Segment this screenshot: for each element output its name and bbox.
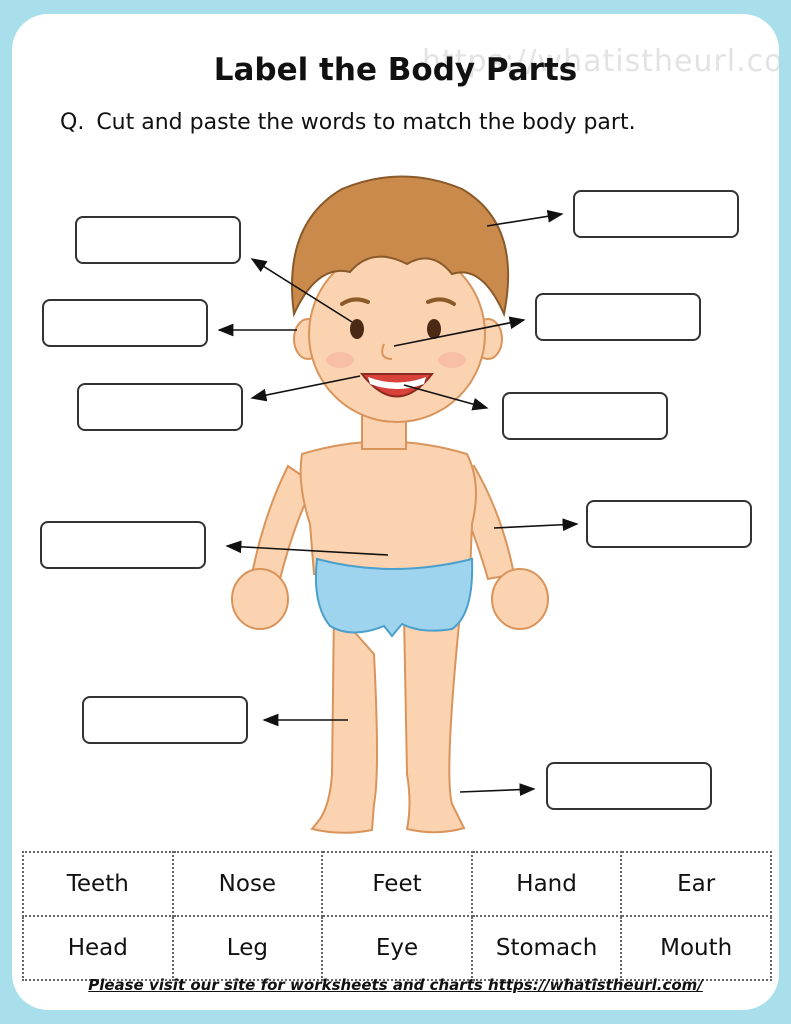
footer-link[interactable]: Please visit our site for worksheets and…	[12, 976, 779, 994]
word-card[interactable]: Leg	[171, 915, 324, 981]
word-bank-row: Head Leg Eye Stomach Mouth	[22, 915, 772, 981]
answer-box-stomach[interactable]	[40, 521, 206, 569]
arrow-hand	[493, 518, 579, 532]
answer-box-leg[interactable]	[82, 696, 248, 744]
worksheet-page: https://whatistheurl.com Label the Body …	[12, 14, 779, 1010]
word-card[interactable]: Head	[22, 915, 174, 981]
word-card[interactable]: Nose	[171, 851, 324, 917]
word-card[interactable]: Eye	[321, 915, 473, 981]
answer-box-teeth[interactable]	[502, 392, 668, 440]
word-card[interactable]: Mouth	[620, 915, 772, 981]
word-card[interactable]: Hand	[470, 851, 623, 917]
word-card[interactable]: Stomach	[470, 915, 623, 981]
answer-box-head[interactable]	[573, 190, 739, 238]
word-card[interactable]: Teeth	[22, 851, 174, 917]
right-hand-drawing	[491, 568, 549, 630]
diaper-drawing	[314, 557, 474, 638]
word-card[interactable]: Ear	[620, 851, 772, 917]
arrow-head	[486, 209, 564, 227]
answer-box-mouth[interactable]	[77, 383, 243, 431]
arrow-feet	[459, 783, 536, 796]
answer-box-nose[interactable]	[535, 293, 701, 341]
legs-drawing	[310, 606, 466, 834]
left-eye-drawing	[350, 319, 364, 339]
left-hand-drawing	[231, 568, 289, 630]
word-bank-row: Teeth Nose Feet Hand Ear	[22, 851, 772, 917]
answer-box-ear[interactable]	[42, 299, 208, 347]
word-bank: Teeth Nose Feet Hand Ear Head Leg Eye St…	[22, 851, 772, 981]
word-card[interactable]: Feet	[321, 851, 473, 917]
answer-box-hand[interactable]	[586, 500, 752, 548]
answer-box-eye[interactable]	[75, 216, 241, 264]
right-eye-drawing	[427, 319, 441, 339]
answer-box-feet[interactable]	[546, 762, 712, 810]
